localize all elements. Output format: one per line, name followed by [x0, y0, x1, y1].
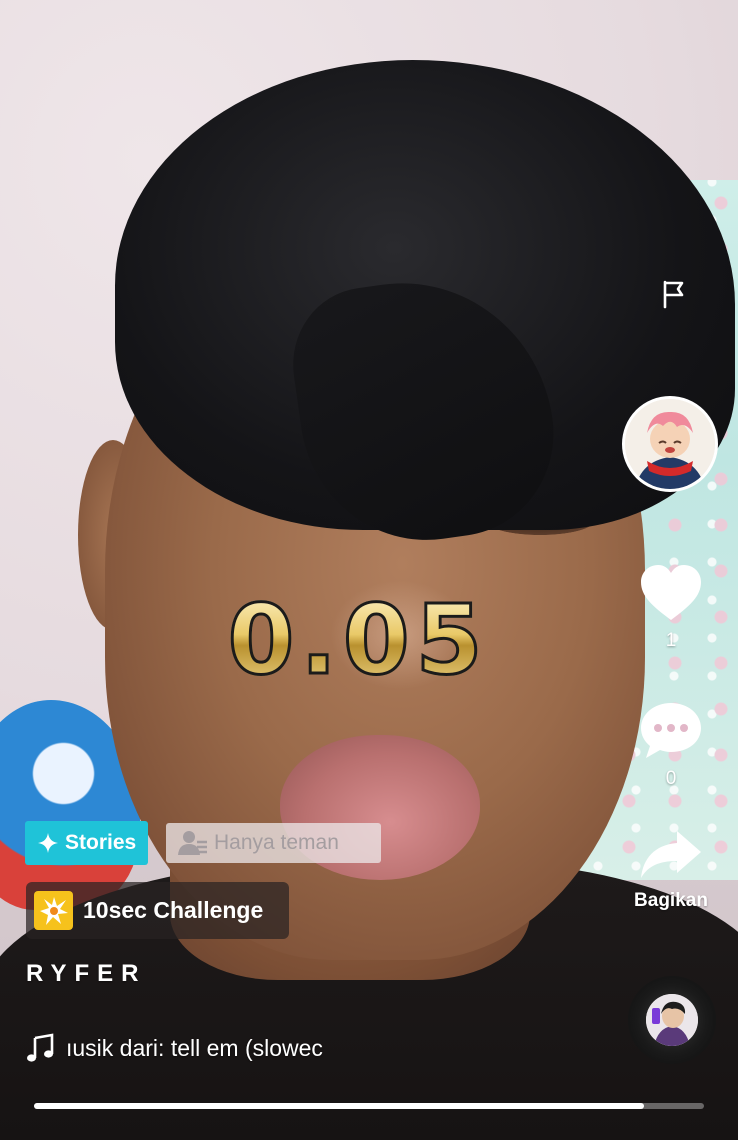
privacy-badge: Hanya teman: [166, 823, 381, 863]
challenge-tag[interactable]: 10sec Challenge: [26, 882, 289, 939]
anime-avatar-icon: [625, 399, 715, 489]
sparkle-icon: [38, 833, 58, 853]
creator-avatar[interactable]: [622, 396, 718, 492]
music-info[interactable]: ıusik dari: tell em (slowec: [26, 1030, 406, 1066]
report-button[interactable]: [648, 268, 700, 320]
music-disc-icon: [646, 994, 698, 1046]
challenge-label: 10sec Challenge: [83, 897, 264, 923]
share-button[interactable]: Bagikan: [620, 828, 722, 912]
share-arrow-icon: [641, 831, 701, 878]
challenge-timer: 0.05: [203, 584, 513, 697]
share-label: Bagikan: [634, 890, 708, 911]
author-username[interactable]: RYFER: [26, 960, 146, 988]
like-button[interactable]: 1: [636, 562, 706, 652]
comment-count: 0: [665, 768, 677, 789]
comment-icon: [641, 703, 701, 758]
burst-icon: [34, 891, 73, 930]
heart-icon: [641, 565, 701, 620]
playback-progress-bar[interactable]: [34, 1103, 704, 1109]
music-disc-button[interactable]: [628, 976, 716, 1064]
stories-label: Stories: [65, 831, 137, 854]
privacy-label: Hanya teman: [214, 831, 339, 854]
flag-icon: [663, 280, 684, 309]
playback-progress-fill: [34, 1103, 644, 1109]
like-count: 1: [665, 630, 677, 651]
video-feed-screen[interactable]: 0.05 1 0 Bagikan Stories Hanya teman 10s…: [0, 0, 738, 1140]
stories-badge[interactable]: Stories: [25, 821, 149, 865]
comment-button[interactable]: 0: [636, 700, 706, 790]
music-title: ıusik dari: tell em (slowec: [66, 1034, 323, 1061]
friends-icon: [178, 831, 207, 855]
music-note-icon: [27, 1033, 54, 1062]
